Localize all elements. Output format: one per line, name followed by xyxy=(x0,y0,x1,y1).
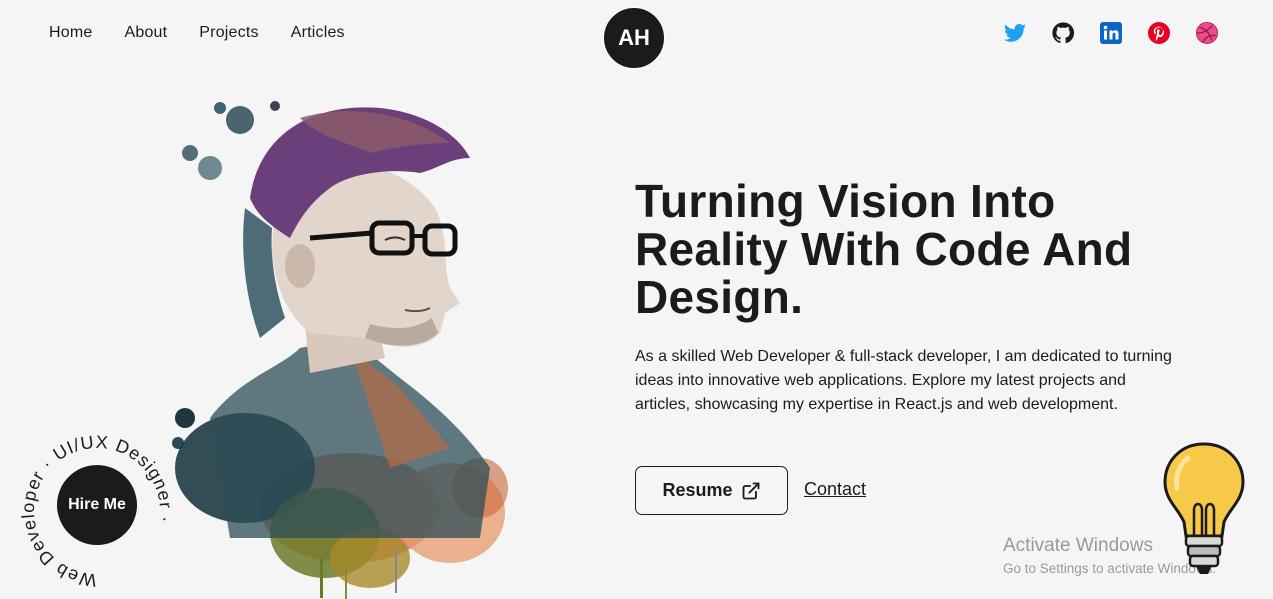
developer-portrait-illustration xyxy=(172,101,508,599)
contact-link[interactable]: Contact xyxy=(804,479,866,500)
github-icon[interactable] xyxy=(1051,21,1075,45)
social-links xyxy=(1003,21,1219,45)
lightbulb-icon[interactable] xyxy=(1158,438,1250,580)
nav-link-about[interactable]: About xyxy=(124,24,167,42)
pinterest-icon[interactable] xyxy=(1147,21,1171,45)
logo-button[interactable]: AH xyxy=(603,7,665,69)
dribbble-icon[interactable] xyxy=(1195,21,1219,45)
resume-label: Resume xyxy=(662,480,733,500)
body-shape xyxy=(210,338,490,538)
twitter-icon[interactable] xyxy=(1003,21,1027,45)
nav-link-projects[interactable]: Projects xyxy=(199,24,258,42)
nav-links: Home About Projects Articles xyxy=(49,24,345,42)
nav-link-home[interactable]: Home xyxy=(49,24,92,42)
external-link-icon xyxy=(742,482,759,499)
linkedin-icon[interactable] xyxy=(1099,21,1123,45)
hero-headline: Turning Vision Into Reality With Code An… xyxy=(635,175,1133,323)
hire-me-badge: Web Developer · UI/UX Designer · Hire Me xyxy=(18,432,175,591)
resume-button[interactable]: Resume xyxy=(635,466,788,515)
hire-me-button[interactable]: Hire Me xyxy=(57,465,137,545)
top-nav: Home About Projects Articles AH xyxy=(0,0,1273,70)
hero-description: As a skilled Web Developer & full-stack … xyxy=(635,348,1172,413)
nav-link-articles[interactable]: Articles xyxy=(291,24,345,42)
